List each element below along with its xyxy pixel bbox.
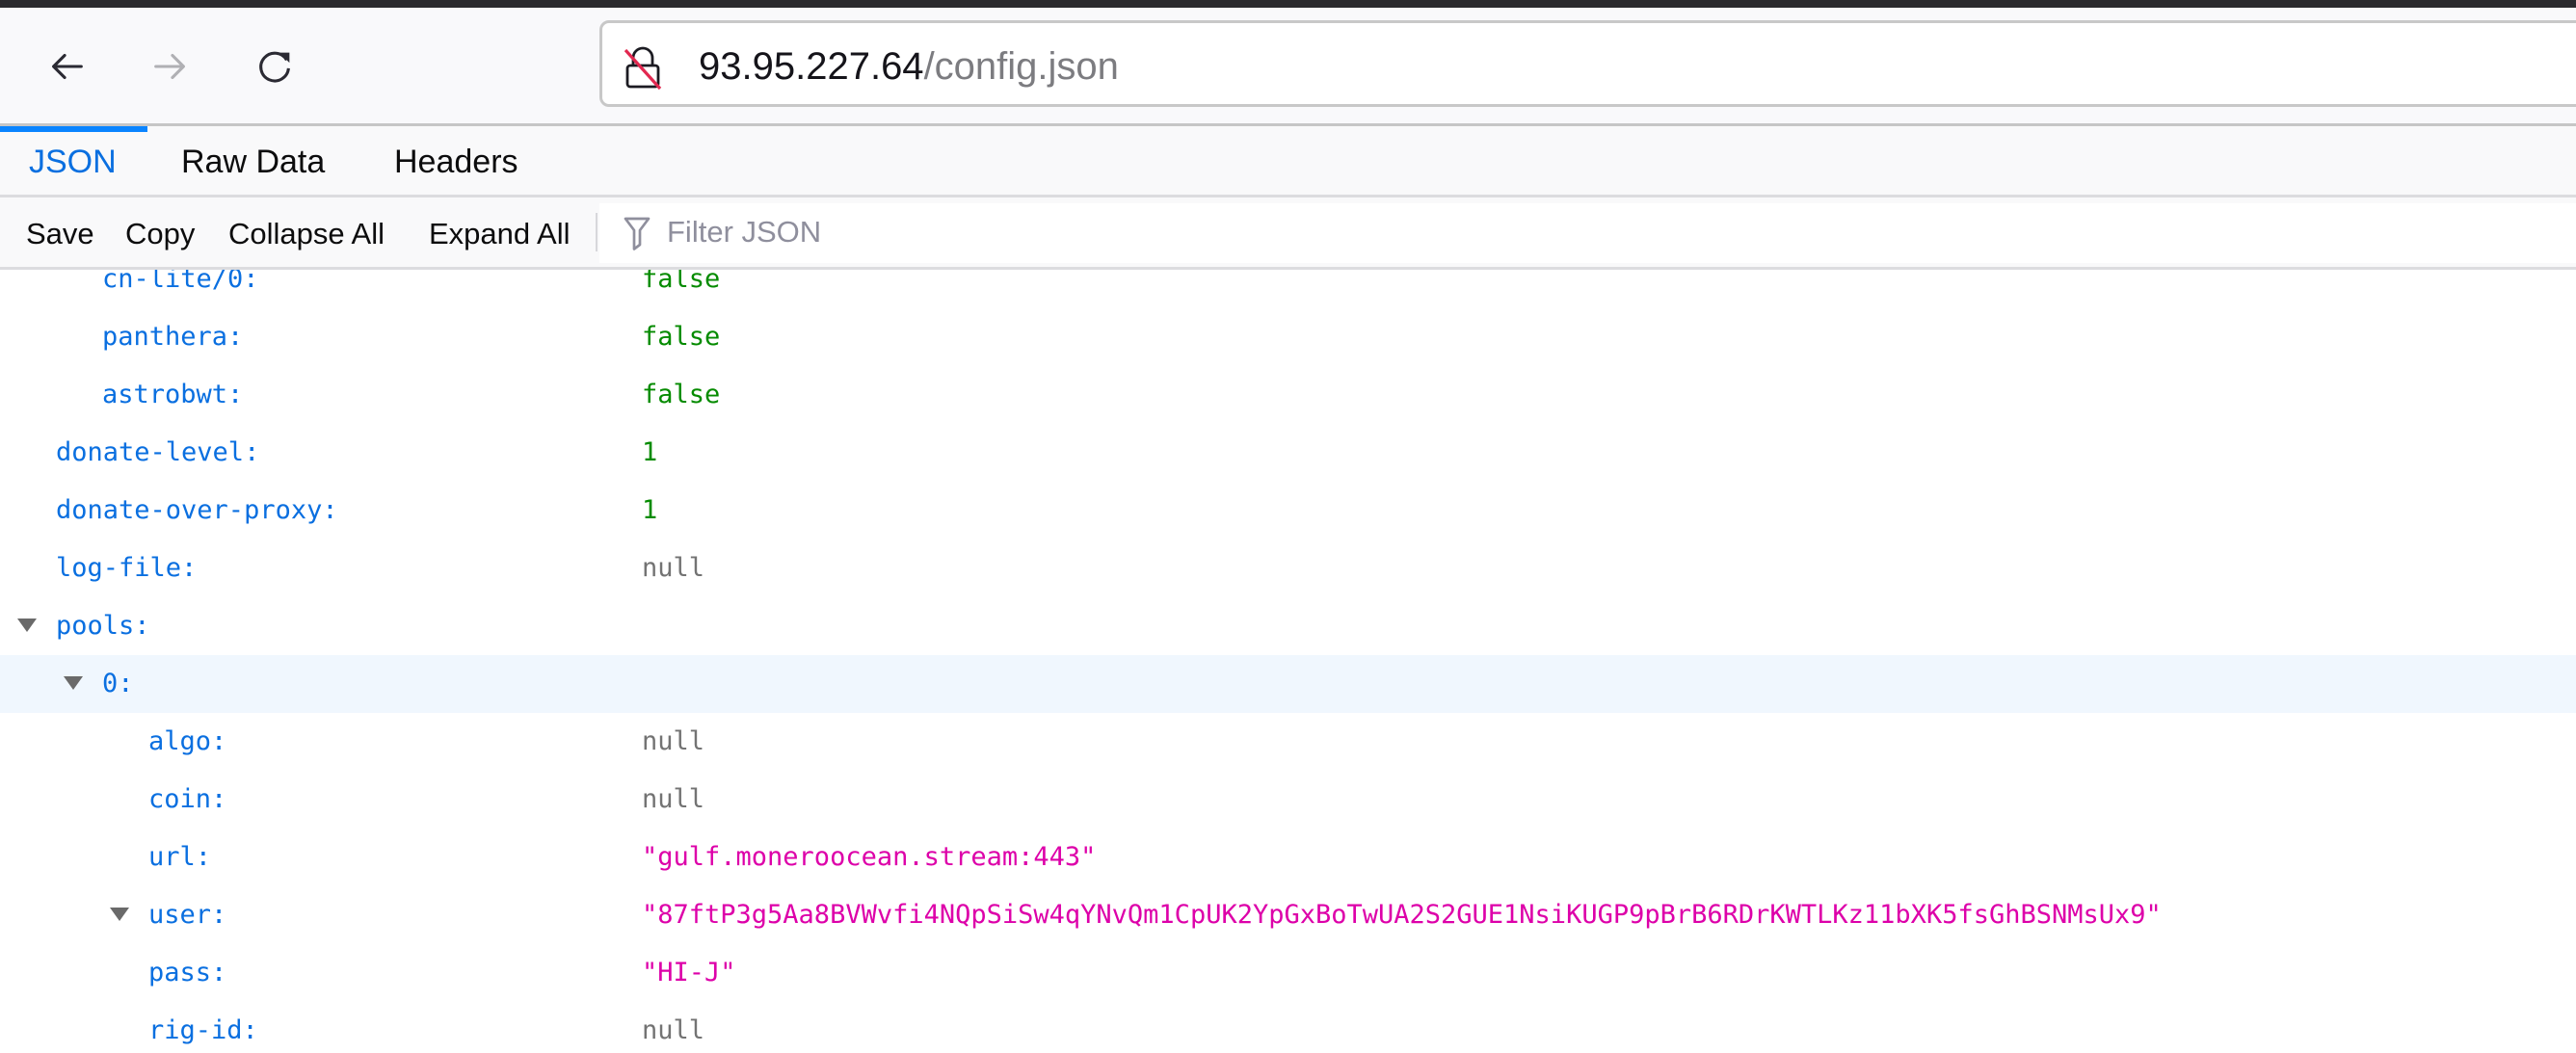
json-value: 1 — [642, 495, 658, 525]
json-key: pass: — [148, 958, 227, 987]
expand-triangle-icon[interactable] — [64, 676, 83, 690]
json-value: "gulf.moneroocean.stream:443" — [642, 842, 1097, 872]
active-tab-indicator — [0, 126, 147, 132]
json-key: donate-over-proxy: — [56, 495, 338, 525]
url-text[interactable]: 93.95.227.64/config.json — [699, 40, 1119, 92]
json-key: log-file: — [56, 553, 198, 583]
json-row[interactable]: coin: null — [0, 771, 2576, 829]
reload-icon — [259, 51, 290, 83]
json-toolbar: Save Copy Collapse All Expand All — [0, 197, 2576, 270]
save-button[interactable]: Save — [26, 215, 94, 253]
json-value: "87ftP3g5Aa8BVWvfi4NQpSiSw4qYNvQm1CpUK2Y… — [642, 900, 2162, 930]
json-row[interactable]: pass: "HI-J" — [0, 944, 2576, 1002]
json-key: algo: — [148, 726, 227, 756]
json-value: "HI-J" — [642, 958, 736, 987]
insecure-lock-icon — [624, 46, 662, 91]
filter-json-input[interactable] — [667, 213, 1341, 251]
browser-toolbar: 93.95.227.64/config.json — [0, 8, 2576, 126]
json-row-pool-0[interactable]: 0: — [0, 655, 2576, 713]
copy-button[interactable]: Copy — [125, 215, 195, 253]
json-row[interactable]: algo: null — [0, 713, 2576, 771]
json-value: false — [642, 270, 721, 294]
json-value: 1 — [642, 437, 658, 467]
json-row[interactable]: log-file: null — [0, 540, 2576, 597]
json-row[interactable]: panthera: false — [0, 308, 2576, 366]
json-row[interactable]: astrobwt: false — [0, 366, 2576, 424]
json-value: null — [642, 784, 705, 814]
json-key: pools: — [56, 611, 150, 641]
toolbar-separator — [596, 213, 598, 251]
address-bar[interactable]: 93.95.227.64/config.json — [599, 20, 2576, 107]
json-row[interactable]: url: "gulf.moneroocean.stream:443" — [0, 829, 2576, 886]
arrow-left-icon — [52, 53, 83, 80]
funnel-icon — [624, 217, 651, 250]
expand-triangle-icon[interactable] — [17, 619, 37, 632]
json-key: 0: — [102, 669, 134, 698]
json-key: cn-lite/0: — [102, 270, 259, 294]
json-value: null — [642, 553, 705, 583]
json-value: false — [642, 380, 721, 409]
window-top-strip — [0, 0, 2576, 8]
json-row[interactable]: cn-lite/0: false — [0, 270, 2576, 308]
reload-button[interactable] — [249, 40, 301, 92]
json-value: false — [642, 322, 721, 352]
forward-button[interactable] — [145, 40, 197, 92]
json-row[interactable]: rig-id: null — [0, 1002, 2576, 1053]
json-row[interactable]: donate-level: 1 — [0, 424, 2576, 482]
json-value: null — [642, 726, 705, 756]
filter-box[interactable] — [599, 203, 2576, 263]
tab-headers[interactable]: Headers — [394, 142, 518, 182]
url-host: 93.95.227.64 — [699, 45, 924, 88]
expand-all-button[interactable]: Expand All — [429, 215, 571, 253]
tab-json[interactable]: JSON — [29, 142, 117, 182]
viewer-tabs: JSON Raw Data Headers — [0, 126, 2576, 197]
url-path: /config.json — [923, 45, 1119, 88]
expand-triangle-icon[interactable] — [110, 908, 129, 921]
json-key: url: — [148, 842, 212, 872]
json-key: user: — [148, 900, 227, 930]
json-key: astrobwt: — [102, 380, 244, 409]
json-key: panthera: — [102, 322, 244, 352]
json-tree: cn-lite/0: false panthera: false astrobw… — [0, 270, 2576, 1053]
json-value: null — [642, 1015, 705, 1045]
json-key: donate-level: — [56, 437, 260, 467]
json-key: rig-id: — [148, 1015, 258, 1045]
json-row[interactable]: donate-over-proxy: 1 — [0, 482, 2576, 540]
tab-raw-data[interactable]: Raw Data — [181, 142, 325, 182]
arrow-right-icon — [154, 53, 185, 80]
json-row-user[interactable]: user: "87ftP3g5Aa8BVWvfi4NQpSiSw4qYNvQm1… — [0, 886, 2576, 944]
json-key: coin: — [148, 784, 227, 814]
back-button[interactable] — [40, 40, 93, 92]
json-row-pools[interactable]: pools: — [0, 597, 2576, 655]
collapse-all-button[interactable]: Collapse All — [228, 215, 385, 253]
